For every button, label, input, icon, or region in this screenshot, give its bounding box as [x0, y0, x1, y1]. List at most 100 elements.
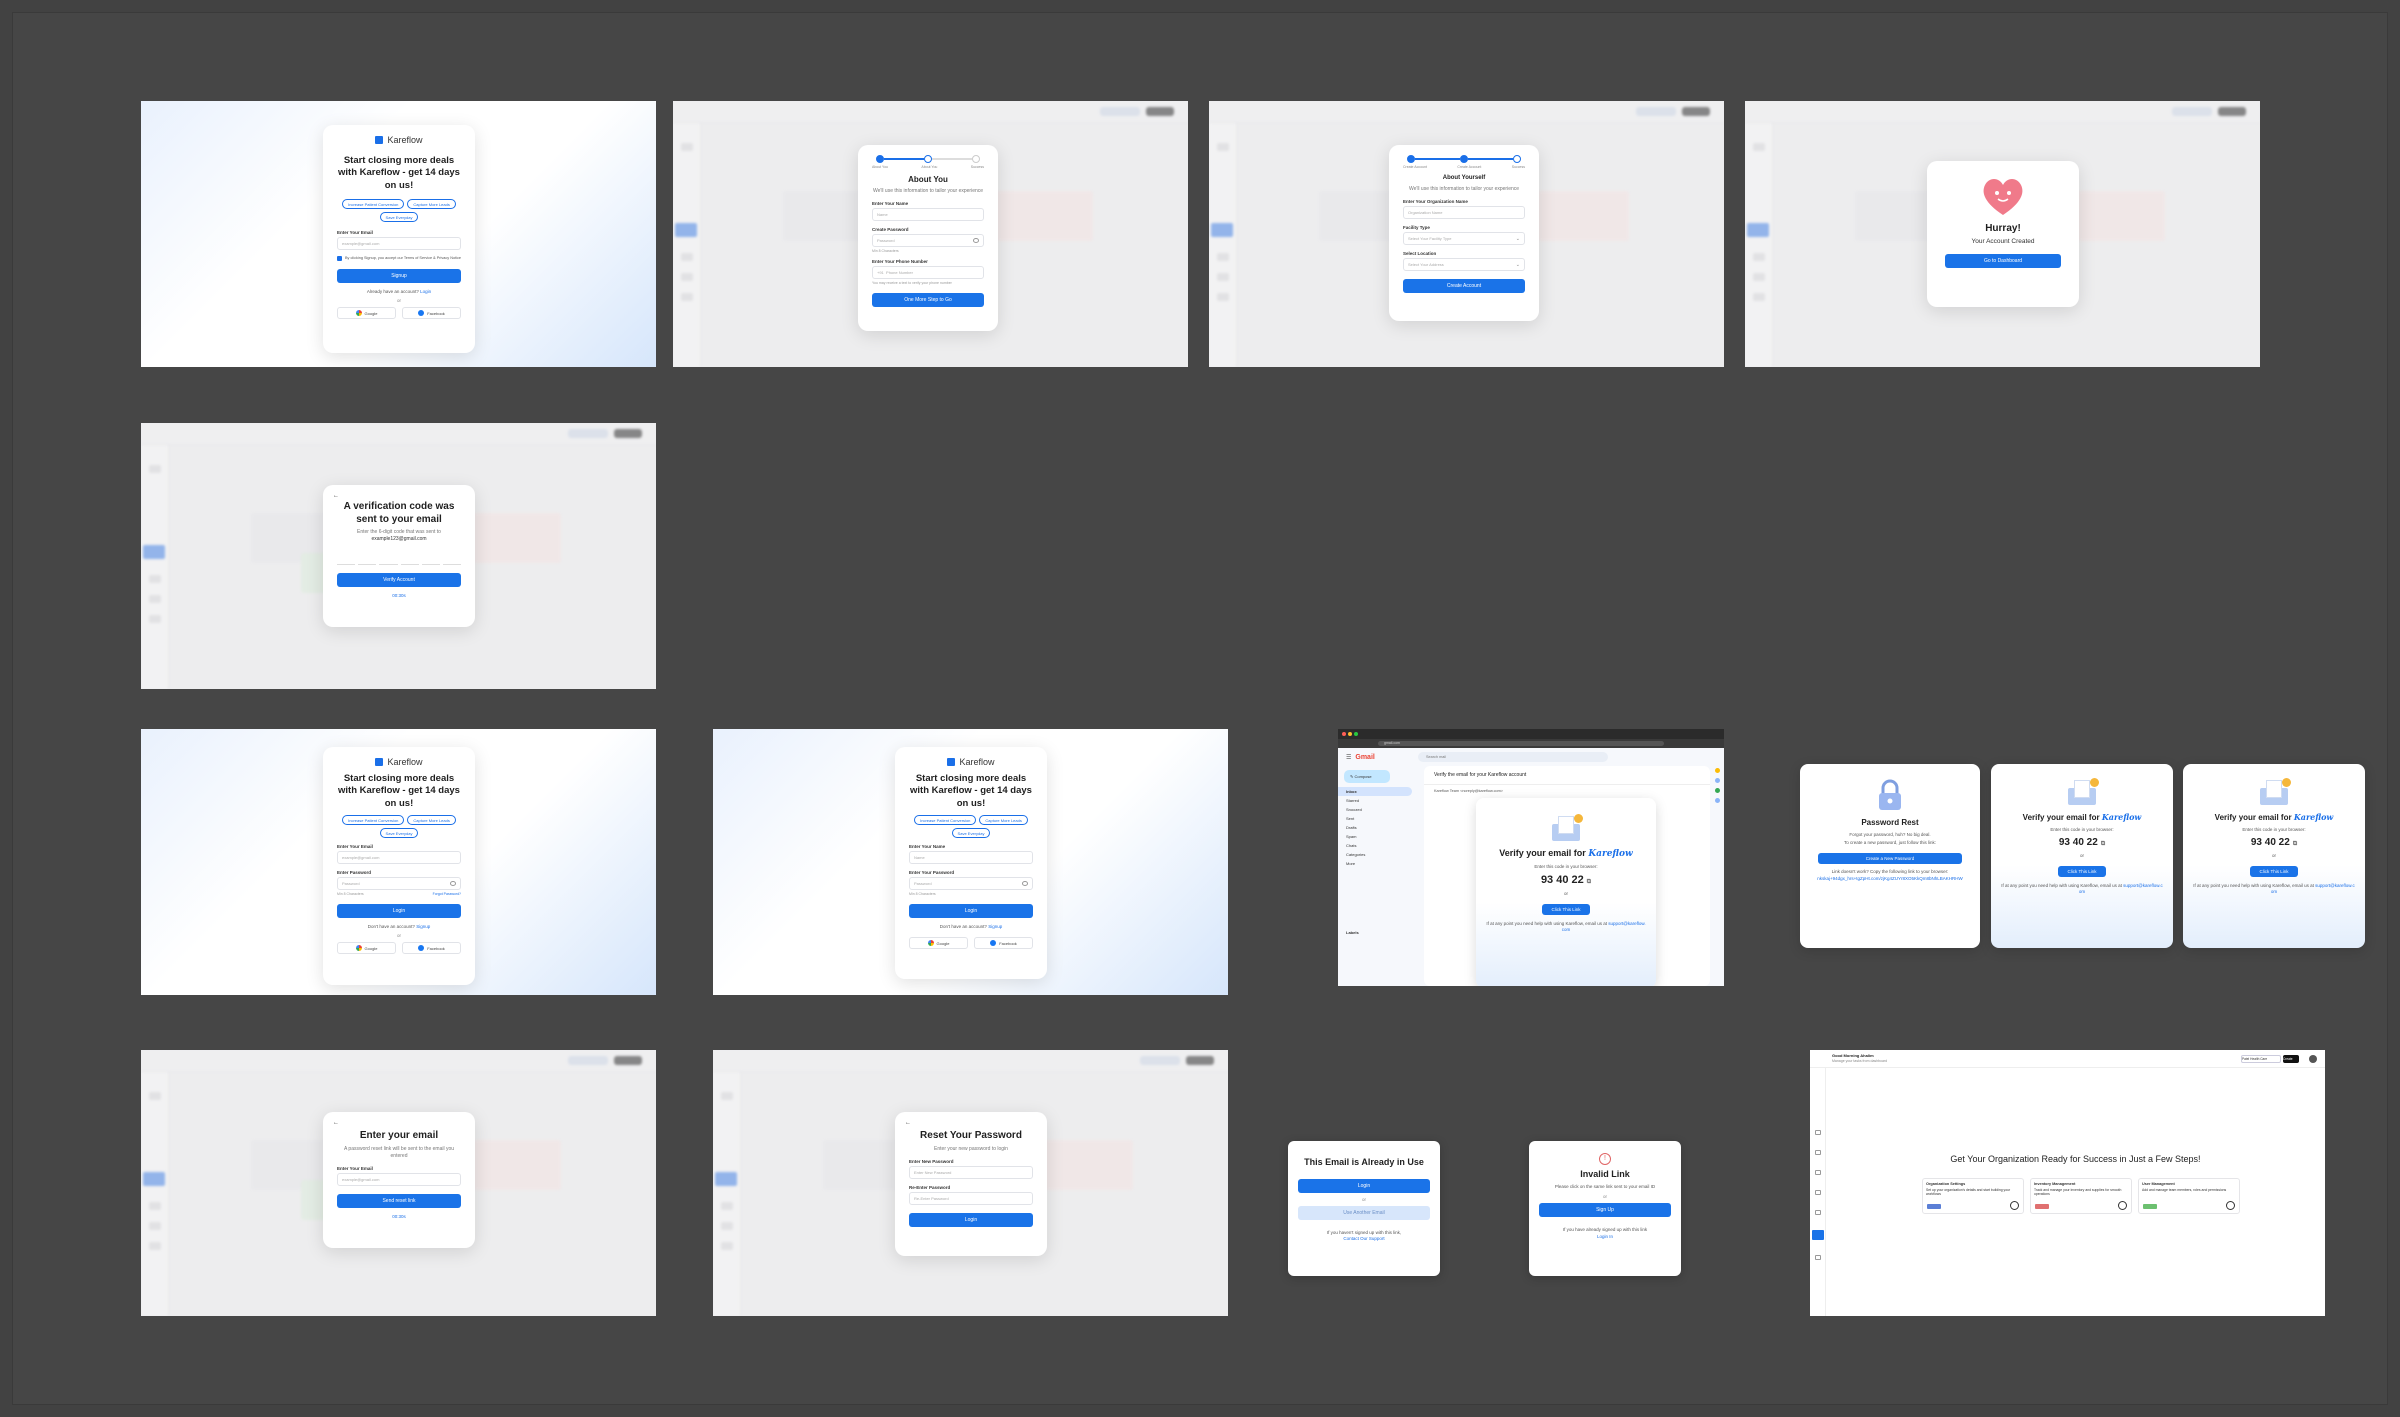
login-button[interactable]: Login	[909, 904, 1033, 919]
signup-link[interactable]: Signup	[416, 924, 430, 929]
email-input[interactable]: example@gmail.com	[337, 1172, 461, 1186]
password-input[interactable]: Password	[872, 234, 984, 247]
signup-button[interactable]: Signup	[337, 269, 461, 284]
name-input[interactable]: Name	[872, 208, 984, 221]
copy-icon[interactable]: ⧉	[2293, 841, 2297, 847]
user-avatar[interactable]	[2309, 1055, 2317, 1063]
google-button[interactable]: Google	[337, 942, 396, 955]
eye-icon[interactable]	[973, 238, 979, 243]
login-screen: Kareflow Start closing more deals with K…	[141, 729, 656, 995]
browser-url-bar[interactable]: gmail.com	[1378, 741, 1664, 746]
create-account-button[interactable]: Create Account	[1403, 278, 1525, 293]
dashboard-sidebar	[1810, 1050, 1826, 1316]
sign-up-button[interactable]: Sign Up	[1539, 1203, 1671, 1218]
nav-icon[interactable]	[1815, 1150, 1821, 1155]
terms-checkbox[interactable]: By clicking Signup, you accept our Terms…	[337, 256, 461, 262]
chevron-down-icon: ⌄	[1515, 261, 1520, 268]
login-link[interactable]: Login In	[1597, 1234, 1613, 1239]
password-input[interactable]: Password	[909, 877, 1033, 891]
password-input[interactable]: Password	[337, 877, 461, 891]
eye-icon[interactable]	[450, 881, 456, 887]
email-input[interactable]: example@gmail.com	[337, 851, 461, 865]
location-select[interactable]: Select Your Address ⌄	[1403, 257, 1525, 271]
google-button[interactable]: Google	[909, 937, 968, 950]
back-arrow-icon[interactable]: ←	[333, 1120, 339, 1126]
setup-cards: Organization Settings Set up your organiz…	[1922, 1178, 2240, 1214]
copy-icon[interactable]: ⧉	[1587, 879, 1591, 885]
phone-input[interactable]: +91 Phone Number	[872, 266, 984, 279]
confirm-password-input[interactable]: Re-Enter Password	[909, 1191, 1033, 1205]
benefit-chip: Capture More Leads	[407, 815, 456, 826]
folder-item[interactable]: Categories	[1338, 850, 1422, 859]
create-button[interactable]: Create	[2283, 1055, 2299, 1063]
click-link-button[interactable]: Click This Link	[2057, 865, 2107, 877]
otp-inputs[interactable]	[336, 555, 462, 565]
benefit-chip: Increase Patient Conversion	[914, 815, 977, 826]
folder-inbox[interactable]: Inbox	[1338, 787, 1412, 796]
forgot-password-link[interactable]: Forgot Password?	[433, 892, 461, 896]
click-link-button[interactable]: Click This Link	[2249, 865, 2299, 877]
verify-code-screen: ← A verification code was sent to your e…	[141, 423, 656, 689]
nav-icon[interactable]	[1815, 1170, 1821, 1175]
nav-icon[interactable]	[1815, 1210, 1821, 1215]
organization-input[interactable]: Organization Name	[1403, 205, 1525, 219]
heart-icon	[1979, 175, 2027, 217]
back-arrow-icon[interactable]: ←	[333, 493, 339, 499]
login-button[interactable]: Login	[1298, 1179, 1430, 1193]
enter-email-screen: ← Enter your email A password reset link…	[141, 1050, 656, 1316]
setup-card[interactable]: Organization Settings Set up your organiz…	[1922, 1178, 2024, 1214]
login-button[interactable]: Login	[337, 904, 461, 919]
next-step-button[interactable]: One More Step to Go	[872, 293, 984, 307]
facility-type-select[interactable]: Select Your Facility Type ⌄	[1403, 231, 1525, 245]
back-arrow-icon[interactable]: ←	[905, 1120, 911, 1126]
folder-item[interactable]: Drafts	[1338, 823, 1422, 832]
benefit-chip: Capture More Leads	[979, 815, 1028, 826]
folder-item[interactable]: Snoozed	[1338, 805, 1422, 814]
facebook-button[interactable]: Facebook	[402, 307, 461, 320]
copy-icon[interactable]: ⧉	[2101, 841, 2105, 847]
folder-item[interactable]: More	[1338, 859, 1422, 868]
create-new-password-button[interactable]: Create a New Password	[1818, 852, 1962, 864]
verify-account-button[interactable]: Verify Account	[337, 573, 461, 587]
email-in-use-modal: This Email is Already in Use Login or Us…	[1288, 1141, 1440, 1276]
envelope-icon	[1549, 814, 1583, 842]
email-input[interactable]: example@gmail.com	[337, 237, 461, 251]
facebook-icon	[418, 945, 425, 952]
facebook-button[interactable]: Facebook	[402, 942, 461, 955]
organization-button[interactable]: Patel Health Care	[2241, 1055, 2281, 1063]
eye-icon[interactable]	[1022, 881, 1028, 887]
login-link[interactable]: Login	[420, 289, 431, 294]
success-screen: Hurray! Your Account Created Go to Dashb…	[1745, 101, 2260, 367]
folder-item[interactable]: Starred	[1338, 796, 1422, 805]
checkbox-icon[interactable]	[337, 256, 342, 262]
login-button[interactable]: Login	[909, 1212, 1033, 1227]
go-to-dashboard-button[interactable]: Go to Dashboard	[1945, 253, 2061, 268]
nav-icon-active[interactable]	[1812, 1230, 1824, 1240]
kareflow-logo-icon	[375, 136, 384, 144]
nav-icon[interactable]	[1815, 1130, 1821, 1135]
compose-button[interactable]: ✎ Compose	[1344, 770, 1390, 783]
progress-stepper	[1407, 155, 1521, 163]
reset-link[interactable]: nkskaj+94dgx_hrs+tgZpHt.com/zjKg4ZUYr8XO…	[1817, 876, 1963, 881]
nav-icon[interactable]	[1815, 1255, 1821, 1260]
resend-timer: 00:30s	[392, 593, 406, 598]
contact-support-link[interactable]: Contact Our Support	[1343, 1236, 1384, 1241]
setup-card[interactable]: Inventory Management Track and manage you…	[2030, 1178, 2132, 1214]
google-button[interactable]: Google	[337, 307, 396, 320]
folder-item[interactable]: Spam	[1338, 832, 1422, 841]
nav-icon[interactable]	[1815, 1190, 1821, 1195]
folder-item[interactable]: Sent	[1338, 814, 1422, 823]
dashboard-header: Good Morning Ahalim Manage your tasks fr…	[1810, 1050, 2325, 1068]
progress-ring-icon	[2010, 1201, 2019, 1210]
use-another-email-button[interactable]: Use Another Email	[1298, 1206, 1430, 1220]
new-password-input[interactable]: Enter New Password	[909, 1165, 1033, 1179]
facebook-button[interactable]: Facebook	[974, 937, 1033, 950]
click-link-button[interactable]: Click This Link	[1541, 903, 1591, 915]
name-input[interactable]: Name	[909, 851, 1033, 865]
signup-link[interactable]: Signup	[988, 924, 1002, 929]
menu-icon[interactable]: ☰	[1346, 754, 1351, 761]
folder-item[interactable]: Chats	[1338, 841, 1422, 850]
send-reset-link-button[interactable]: Send reset link	[337, 1193, 461, 1208]
mail-search-input[interactable]: Search mail	[1418, 752, 1608, 762]
setup-card[interactable]: User Management Add and manage team membe…	[2138, 1178, 2240, 1214]
